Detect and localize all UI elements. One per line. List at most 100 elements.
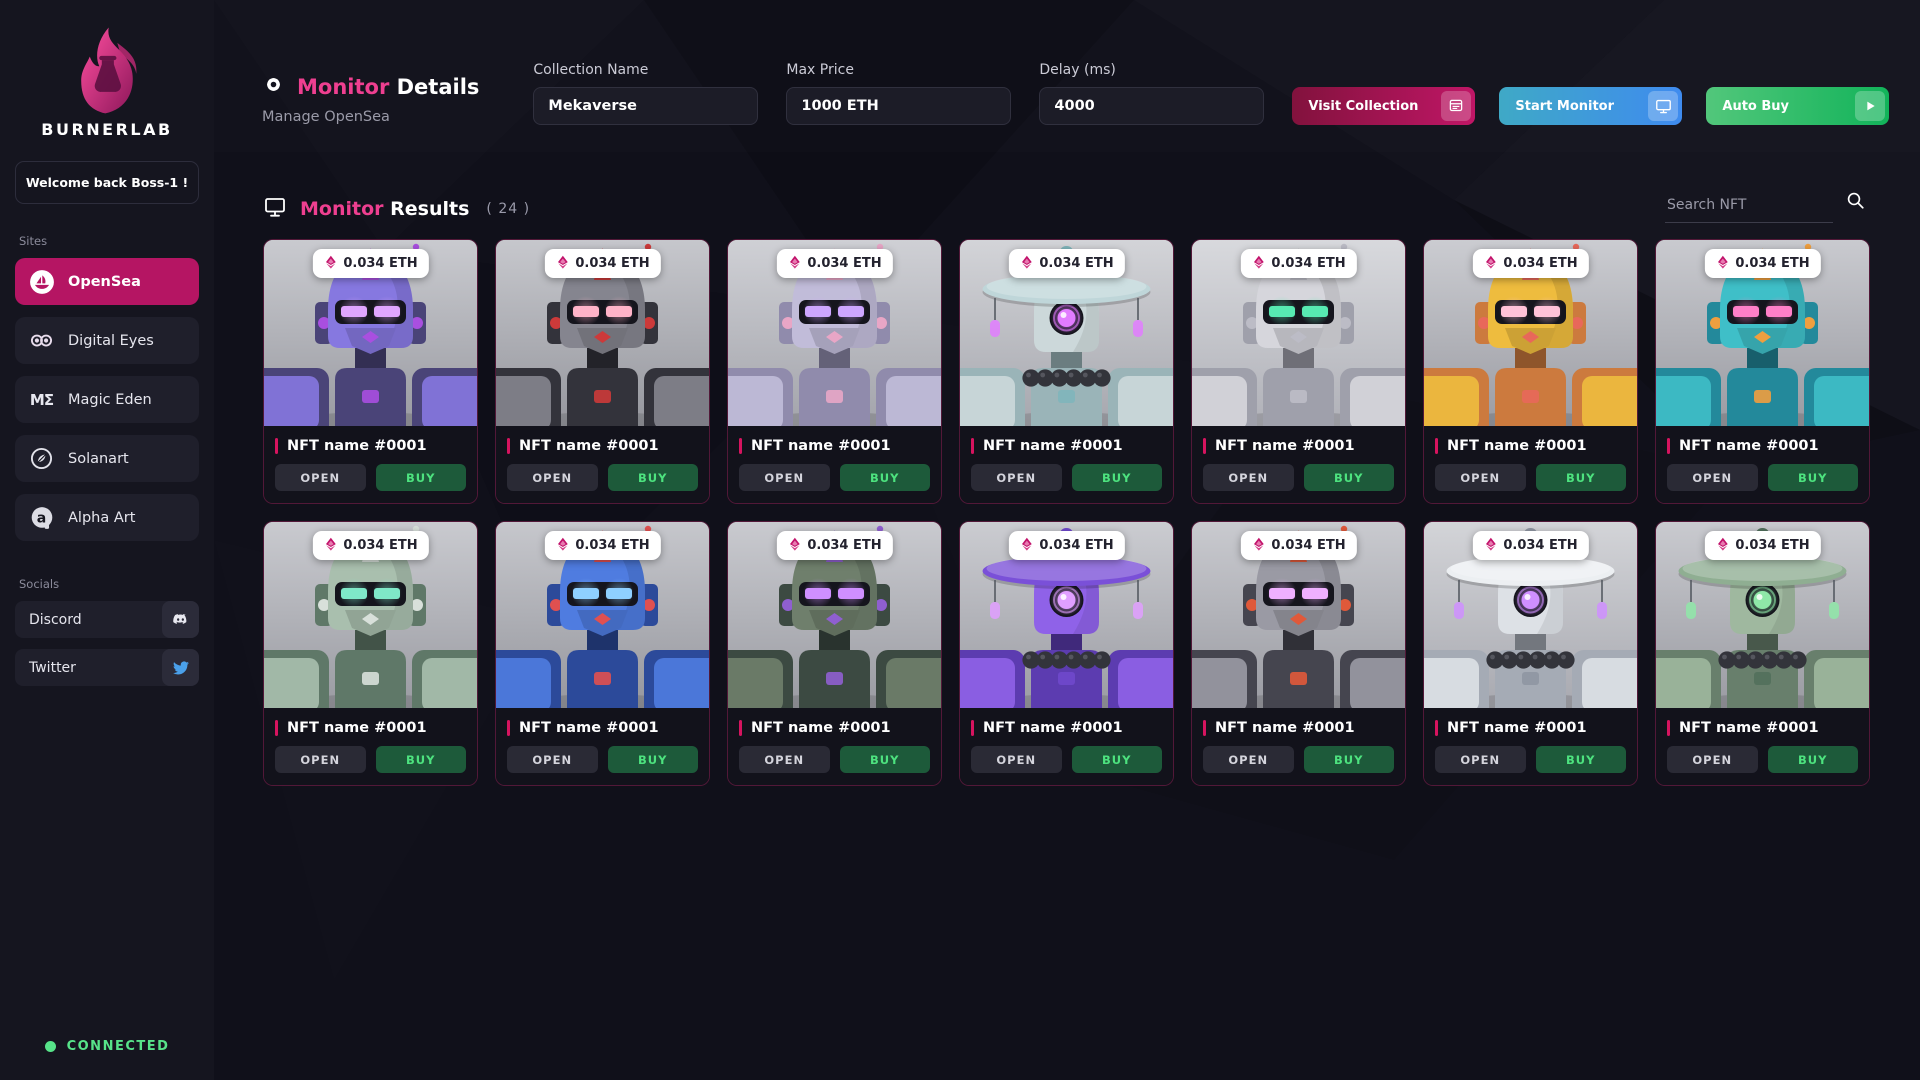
social-link-discord[interactable]: Discord xyxy=(15,601,199,638)
open-button[interactable]: OPEN xyxy=(971,464,1062,491)
title-block: Monitor Details Manage OpenSea xyxy=(262,73,479,125)
nft-card: 0.034 ETH NFT name #0001 OPEN BUY xyxy=(263,521,478,786)
collection-name-field: Collection Name xyxy=(533,62,758,125)
delay-label: Delay (ms) xyxy=(1039,62,1264,78)
buy-button[interactable]: BUY xyxy=(1304,464,1395,491)
nft-name: NFT name #0001 xyxy=(1679,720,1819,736)
open-button[interactable]: OPEN xyxy=(1435,746,1526,773)
name-accent-bar xyxy=(739,720,742,736)
connection-status: CONNECTED xyxy=(15,1039,199,1054)
nft-grid: 0.034 ETH NFT name #0001 OPEN BUY 0. xyxy=(263,239,1870,786)
collection-name-input[interactable] xyxy=(533,87,758,125)
price-label: 0.034 ETH xyxy=(1503,538,1577,553)
nft-name: NFT name #0001 xyxy=(519,438,659,454)
nft-card: 0.034 ETH NFT name #0001 OPEN BUY xyxy=(959,521,1174,786)
search-icon[interactable] xyxy=(1845,190,1866,215)
buy-button[interactable]: BUY xyxy=(1072,746,1163,773)
sidebar-item-solanart[interactable]: Solanart xyxy=(15,435,199,482)
price-label: 0.034 ETH xyxy=(807,538,881,553)
name-accent-bar xyxy=(507,720,510,736)
price-label: 0.034 ETH xyxy=(807,256,881,271)
monitor-icon xyxy=(1648,91,1678,121)
sidebar-item-label: Solanart xyxy=(68,451,129,467)
burnerlab-flame-logo-icon xyxy=(64,24,150,116)
eth-icon xyxy=(787,254,801,273)
open-button[interactable]: OPEN xyxy=(971,746,1062,773)
open-button[interactable]: OPEN xyxy=(507,464,598,491)
buy-button[interactable]: BUY xyxy=(376,746,467,773)
sidebar-item-digital-eyes[interactable]: Digital Eyes xyxy=(15,317,199,364)
open-button[interactable]: OPEN xyxy=(739,746,830,773)
sidebar-item-magic-eden[interactable]: MΣ Magic Eden xyxy=(15,376,199,423)
open-button[interactable]: OPEN xyxy=(739,464,830,491)
open-button[interactable]: OPEN xyxy=(1203,464,1294,491)
nft-card: 0.034 ETH NFT name #0001 OPEN BUY xyxy=(263,239,478,504)
price-badge: 0.034 ETH xyxy=(1240,531,1356,560)
eth-icon xyxy=(1251,536,1265,555)
eth-icon xyxy=(1715,254,1729,273)
name-accent-bar xyxy=(507,438,510,454)
buy-button[interactable]: BUY xyxy=(1536,746,1627,773)
open-button[interactable]: OPEN xyxy=(1435,464,1526,491)
buy-button[interactable]: BUY xyxy=(1536,464,1627,491)
name-accent-bar xyxy=(275,438,278,454)
price-badge: 0.034 ETH xyxy=(1472,531,1588,560)
card-body: NFT name #0001 OPEN BUY xyxy=(264,426,477,503)
sites-section-label: Sites xyxy=(19,234,195,248)
buy-button[interactable]: BUY xyxy=(608,746,699,773)
card-body: NFT name #0001 OPEN BUY xyxy=(1192,426,1405,503)
open-button[interactable]: OPEN xyxy=(507,746,598,773)
price-badge: 0.034 ETH xyxy=(1704,531,1820,560)
page-subtitle: Manage OpenSea xyxy=(262,109,479,125)
nft-name: NFT name #0001 xyxy=(1447,438,1587,454)
buy-button[interactable]: BUY xyxy=(1768,746,1859,773)
buy-button[interactable]: BUY xyxy=(608,464,699,491)
buy-button[interactable]: BUY xyxy=(840,746,931,773)
auto-buy-button[interactable]: Auto Buy xyxy=(1706,87,1889,125)
gear-icon xyxy=(262,73,285,100)
search-box xyxy=(1665,190,1866,223)
status-dot-icon xyxy=(45,1041,56,1052)
results-title: Monitor Results xyxy=(300,198,469,220)
name-accent-bar xyxy=(1667,438,1670,454)
open-button[interactable]: OPEN xyxy=(275,746,366,773)
buy-button[interactable]: BUY xyxy=(1304,746,1395,773)
eth-icon xyxy=(1483,254,1497,273)
price-badge: 0.034 ETH xyxy=(544,249,660,278)
social-link-twitter[interactable]: Twitter xyxy=(15,649,199,686)
card-body: NFT name #0001 OPEN BUY xyxy=(728,708,941,785)
open-button[interactable]: OPEN xyxy=(1203,746,1294,773)
page-title: Monitor Details xyxy=(297,75,479,99)
buy-button[interactable]: BUY xyxy=(376,464,467,491)
price-label: 0.034 ETH xyxy=(575,256,649,271)
max-price-label: Max Price xyxy=(786,62,1011,78)
card-body: NFT name #0001 OPEN BUY xyxy=(1424,426,1637,503)
buy-button[interactable]: BUY xyxy=(1072,464,1163,491)
price-badge: 0.034 ETH xyxy=(1008,249,1124,278)
card-body: NFT name #0001 OPEN BUY xyxy=(496,708,709,785)
visit-collection-button[interactable]: Visit Collection xyxy=(1292,87,1475,125)
card-body: NFT name #0001 OPEN BUY xyxy=(728,426,941,503)
nft-name: NFT name #0001 xyxy=(751,438,891,454)
welcome-message: Welcome back Boss-1 ! xyxy=(15,161,199,204)
price-label: 0.034 ETH xyxy=(343,538,417,553)
open-button[interactable]: OPEN xyxy=(275,464,366,491)
sidebar-item-opensea[interactable]: OpenSea xyxy=(15,258,199,305)
name-accent-bar xyxy=(1435,438,1438,454)
sidebar-item-label: Digital Eyes xyxy=(68,333,154,349)
nft-name: NFT name #0001 xyxy=(1215,438,1355,454)
search-nft-input[interactable] xyxy=(1665,193,1833,223)
open-button[interactable]: OPEN xyxy=(1667,746,1758,773)
sidebar-item-alpha-art[interactable]: a Alpha Art xyxy=(15,494,199,541)
open-button[interactable]: OPEN xyxy=(1667,464,1758,491)
status-label: CONNECTED xyxy=(67,1039,170,1054)
delay-input[interactable] xyxy=(1039,87,1264,125)
card-body: NFT name #0001 OPEN BUY xyxy=(496,426,709,503)
delay-field: Delay (ms) xyxy=(1039,62,1264,125)
name-accent-bar xyxy=(1203,438,1206,454)
start-monitor-button[interactable]: Start Monitor xyxy=(1499,87,1682,125)
price-label: 0.034 ETH xyxy=(1039,256,1113,271)
buy-button[interactable]: BUY xyxy=(840,464,931,491)
buy-button[interactable]: BUY xyxy=(1768,464,1859,491)
max-price-input[interactable] xyxy=(786,87,1011,125)
